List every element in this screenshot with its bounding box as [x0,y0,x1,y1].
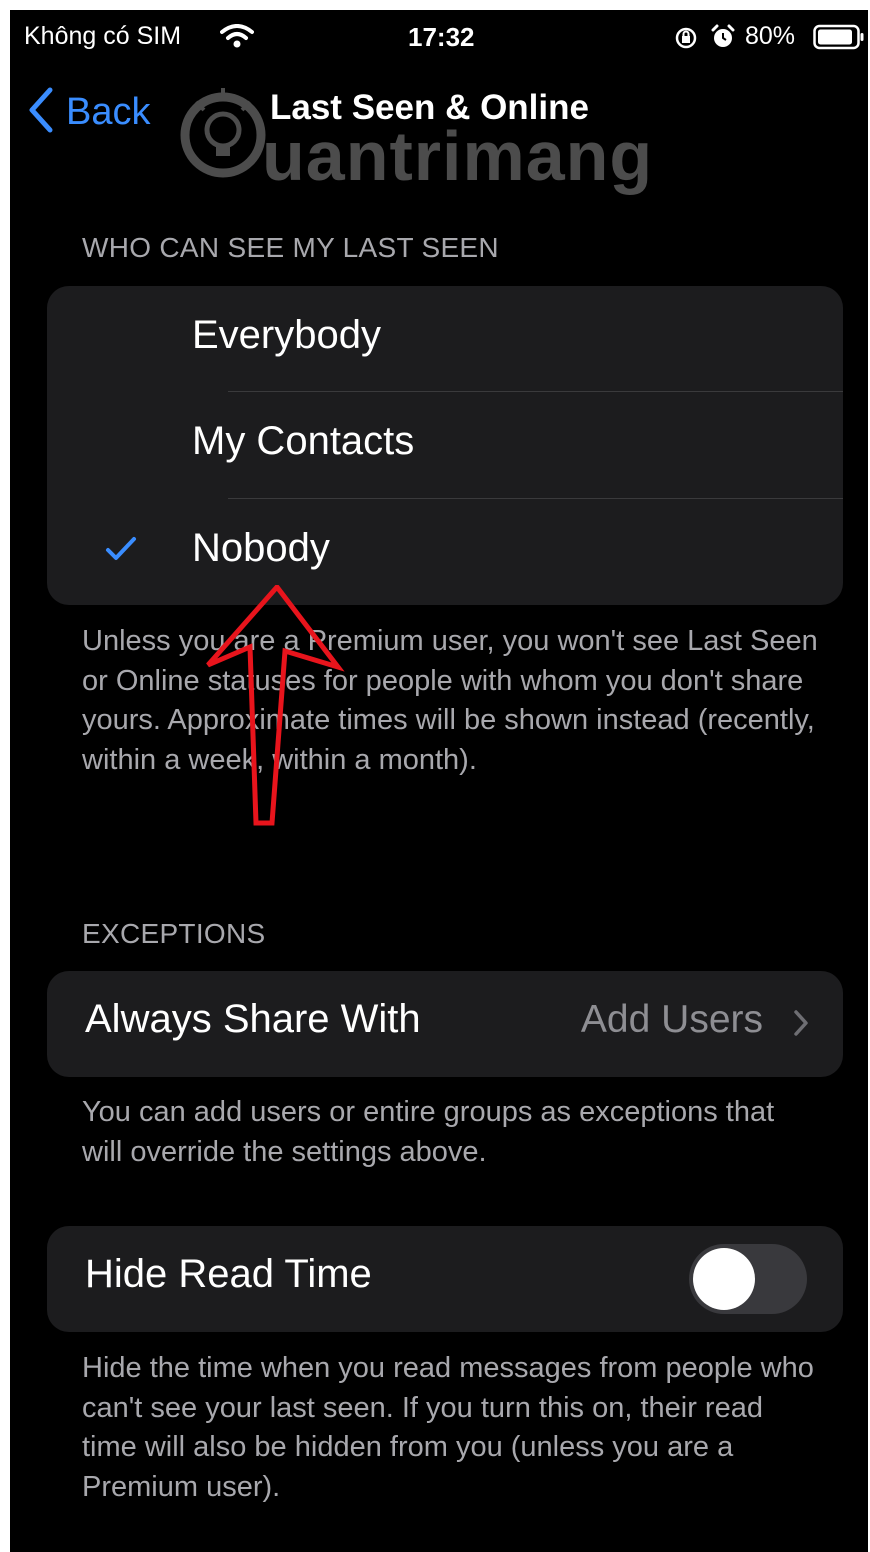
hide-read-time-toggle[interactable] [689,1244,807,1314]
back-label: Back [66,91,151,133]
option-label: Nobody [192,526,330,570]
toggle-knob [693,1248,755,1310]
read-time-footer: Hide the time when you read messages fro… [82,1352,814,1503]
option-label: Everybody [192,313,381,357]
watermark-logo-icon [178,80,268,195]
option-my-contacts[interactable]: My Contacts [47,392,843,498]
wifi-icon [220,24,254,53]
rotation-lock-icon [674,26,698,55]
chevron-left-icon [26,86,56,139]
status-time: 17:32 [408,22,475,52]
chevron-right-icon [793,1009,809,1042]
add-users-value: Add Users [580,998,763,1041]
checkmark-icon [105,535,137,568]
battery-icon [813,24,865,55]
annotation-arrow-icon [190,583,350,840]
page-title: Last Seen & Online [270,88,589,127]
back-button[interactable]: Back [26,86,150,139]
alarm-icon [710,24,736,55]
carrier-label: Không có SIM [24,22,182,50]
option-label: My Contacts [192,419,415,463]
last-seen-options-group: Everybody My Contacts Nobody [47,286,843,605]
hide-read-time-row: Hide Read Time [47,1226,843,1332]
option-everybody[interactable]: Everybody [47,286,843,392]
screen: Không có SIM 17:32 80% Back uantrimang L… [10,10,868,1552]
option-nobody[interactable]: Nobody [47,499,843,605]
battery-percent: 80% [745,22,796,50]
hide-read-time-label: Hide Read Time [85,1252,372,1296]
last-seen-header: WHO CAN SEE MY LAST SEEN [82,232,499,263]
status-bar: Không có SIM 17:32 80% [10,10,868,60]
watermark-text: uantrimang [262,117,654,195]
always-share-with-row[interactable]: Always Share With Add Users [47,971,843,1077]
exceptions-footer: You can add users or entire groups as ex… [82,1096,775,1168]
always-share-with-label: Always Share With [85,997,421,1041]
exceptions-header: EXCEPTIONS [82,918,266,949]
